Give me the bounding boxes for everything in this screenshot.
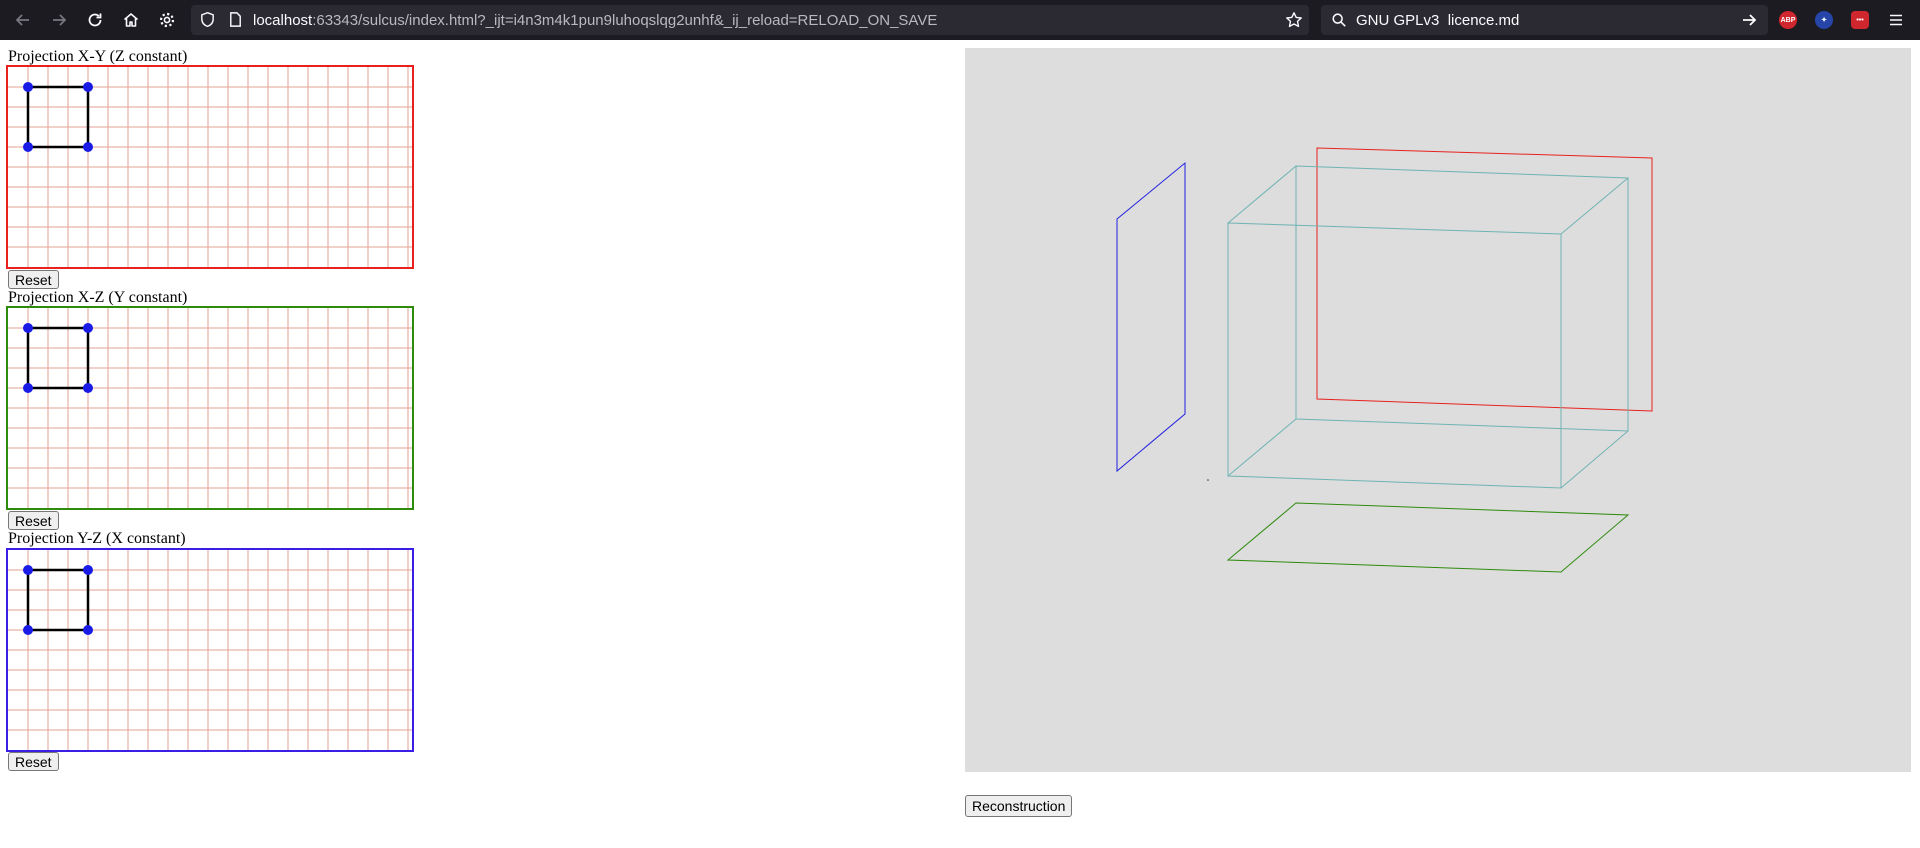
projection-yz-title: Projection Y-Z (X constant) bbox=[8, 530, 186, 547]
cube-front-face bbox=[1227, 222, 1562, 489]
reset-xy-button[interactable]: Reset bbox=[8, 270, 59, 289]
control-point-handle[interactable] bbox=[83, 142, 93, 152]
yz-plane-outline bbox=[1116, 161, 1186, 473]
red-extension-icon[interactable]: ••• bbox=[1851, 11, 1869, 29]
control-point-handle[interactable] bbox=[23, 82, 33, 92]
url-bar[interactable]: localhost:63343/sulcus/index.html?_ijt=i… bbox=[191, 5, 1309, 35]
back-button[interactable] bbox=[11, 8, 35, 32]
page-icon[interactable] bbox=[227, 11, 244, 28]
search-icon bbox=[1332, 13, 1346, 27]
home-icon bbox=[123, 13, 139, 27]
control-point-handle[interactable] bbox=[83, 82, 93, 92]
control-point-handle[interactable] bbox=[23, 142, 33, 152]
cube-edge bbox=[1560, 430, 1629, 489]
projection-grid bbox=[8, 308, 412, 508]
3d-viewer[interactable] bbox=[965, 48, 1911, 772]
url-path: :63343/sulcus/index.html?_ijt=i4n3m4k1pu… bbox=[312, 12, 938, 29]
control-point-handle[interactable] bbox=[23, 625, 33, 635]
search-bar[interactable]: GNU GPLv3 licence.md bbox=[1321, 5, 1768, 35]
cube-edge bbox=[1227, 165, 1297, 224]
forward-button[interactable] bbox=[47, 8, 71, 32]
arrow-right-icon bbox=[53, 14, 67, 26]
home-button[interactable] bbox=[119, 8, 143, 32]
control-point-handle[interactable] bbox=[83, 565, 93, 575]
control-point-handle[interactable] bbox=[83, 383, 93, 393]
hamburger-menu-icon bbox=[1890, 14, 1902, 26]
projection-grid bbox=[8, 67, 412, 267]
menu-button[interactable] bbox=[1884, 8, 1908, 32]
extension-icon[interactable]: ✦ bbox=[1815, 11, 1833, 29]
reconstruction-button[interactable]: Reconstruction bbox=[965, 795, 1073, 817]
cube-edge bbox=[1227, 418, 1297, 477]
projection-square bbox=[26, 326, 90, 390]
origin-dot bbox=[1207, 479, 1209, 481]
projection-xz-canvas[interactable] bbox=[6, 306, 414, 510]
projection-xy-canvas[interactable] bbox=[6, 65, 414, 269]
control-point-handle[interactable] bbox=[23, 565, 33, 575]
url-text: localhost:63343/sulcus/index.html?_ijt=i… bbox=[253, 12, 937, 29]
projection-xy-title: Projection X-Y (Z constant) bbox=[8, 48, 188, 65]
browser-toolbar: localhost:63343/sulcus/index.html?_ijt=i… bbox=[0, 0, 1920, 40]
go-button[interactable] bbox=[1737, 8, 1761, 32]
control-point-handle[interactable] bbox=[83, 323, 93, 333]
arrow-right-icon bbox=[1743, 14, 1757, 26]
reload-icon bbox=[88, 13, 102, 27]
xy-plane-outline bbox=[1316, 147, 1653, 412]
reload-button[interactable] bbox=[83, 8, 107, 32]
projection-xz-title: Projection X-Z (Y constant) bbox=[8, 289, 188, 306]
projection-square bbox=[26, 568, 90, 632]
shield-icon[interactable] bbox=[199, 11, 216, 28]
reset-xz-button[interactable]: Reset bbox=[8, 511, 59, 530]
projection-yz-canvas[interactable] bbox=[6, 548, 414, 752]
3d-scene bbox=[1116, 147, 1653, 573]
adblock-extension-icon[interactable]: ABP bbox=[1779, 11, 1797, 29]
projection-square bbox=[26, 85, 90, 149]
reset-yz-button[interactable]: Reset bbox=[8, 752, 59, 771]
arrow-left-icon bbox=[15, 14, 29, 26]
projection-grid bbox=[8, 550, 412, 750]
cube-wireframe bbox=[1227, 165, 1629, 489]
control-point-handle[interactable] bbox=[83, 625, 93, 635]
bookmark-star-icon[interactable] bbox=[1285, 11, 1303, 29]
cube-back-face bbox=[1295, 165, 1629, 432]
url-host: localhost bbox=[253, 12, 313, 29]
settings-button[interactable] bbox=[155, 8, 179, 32]
xz-plane-outline bbox=[1226, 502, 1630, 573]
cube-edge bbox=[1560, 177, 1629, 235]
gear-icon bbox=[159, 12, 175, 28]
control-point-handle[interactable] bbox=[23, 383, 33, 393]
control-point-handle[interactable] bbox=[23, 323, 33, 333]
search-text: GNU GPLv3 licence.md bbox=[1356, 12, 1520, 29]
